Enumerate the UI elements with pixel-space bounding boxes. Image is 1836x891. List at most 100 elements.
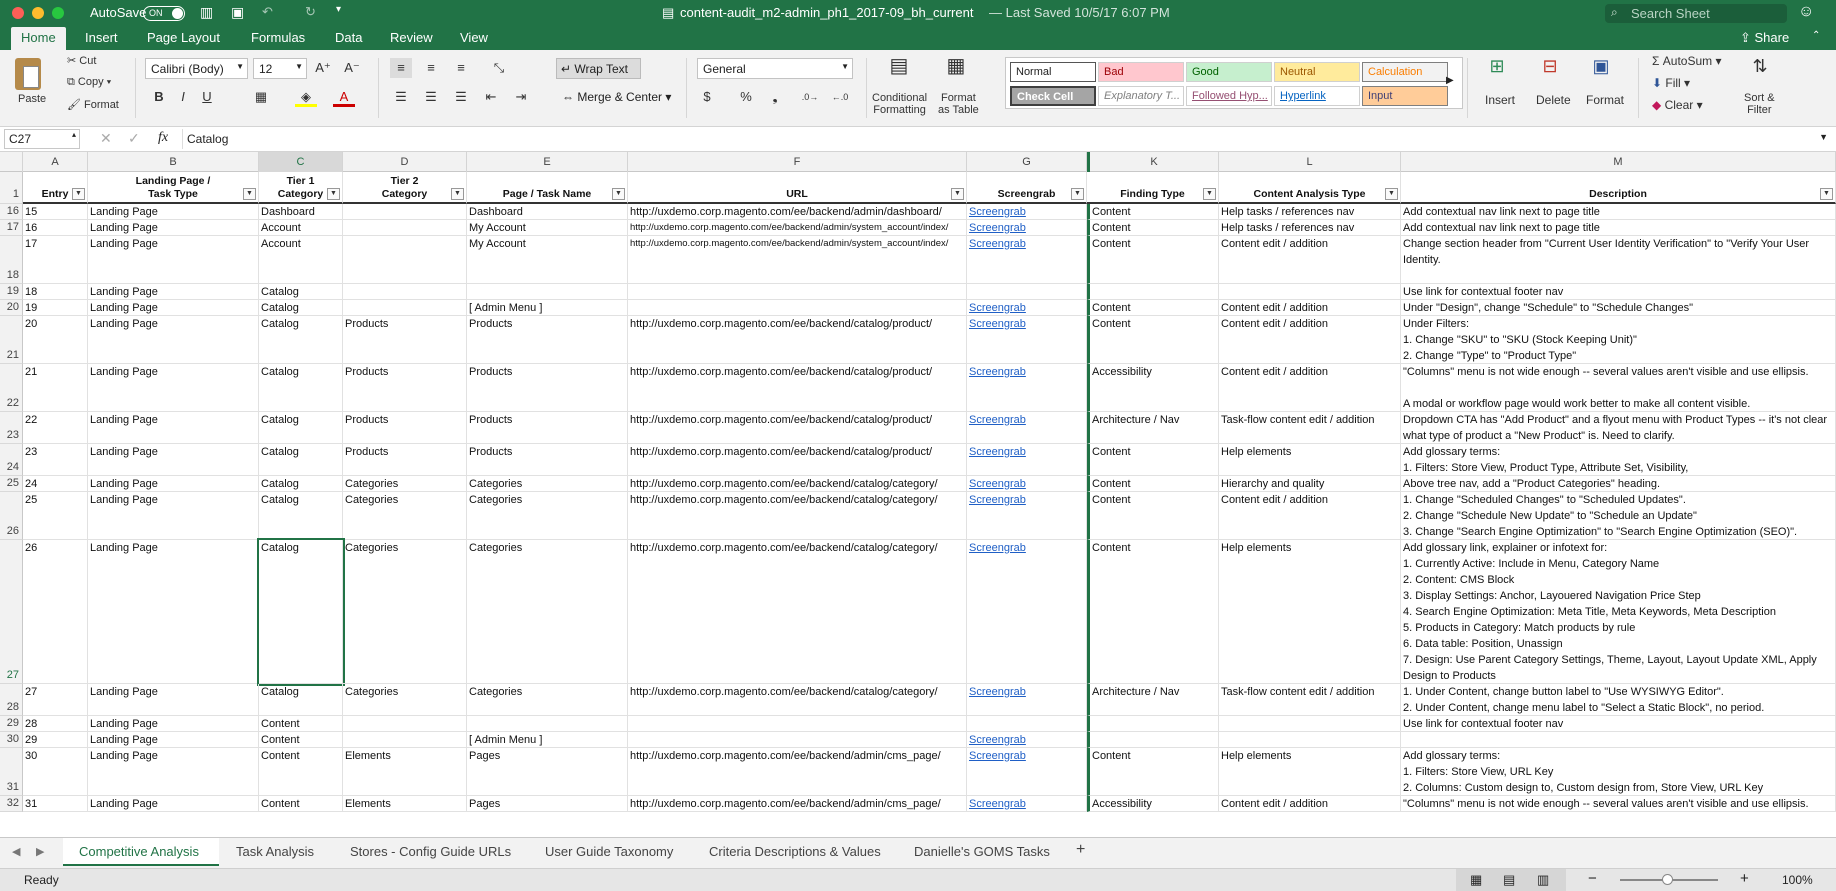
customize-toolbar-icon[interactable]: ▾	[336, 4, 341, 15]
close-window-button[interactable]	[12, 7, 24, 19]
table-cell[interactable]: 25	[23, 492, 88, 540]
table-cell[interactable]	[467, 716, 628, 732]
column-header-c[interactable]: C	[259, 152, 343, 172]
table-cell[interactable]: Products	[467, 412, 628, 444]
table-cell[interactable]: My Account	[467, 236, 628, 284]
cut-button[interactable]: ✂ Cut	[67, 54, 96, 67]
table-cell[interactable]: Products	[343, 316, 467, 364]
screengrab-link[interactable]: Screengrab	[967, 316, 1087, 364]
table-cell[interactable]: Hierarchy and quality	[1219, 476, 1401, 492]
italic-button[interactable]: I	[172, 87, 194, 107]
table-cell[interactable]: Architecture / Nav	[1087, 412, 1219, 444]
row-header[interactable]: 25	[0, 476, 23, 492]
header-cell[interactable]: Tier 1 Category ▼	[259, 172, 343, 204]
table-cell[interactable]: Add contextual nav link next to page tit…	[1401, 220, 1836, 236]
format-as-table-icon[interactable]: ▦	[941, 56, 971, 84]
table-cell[interactable]: http://uxdemo.corp.magento.com/ee/backen…	[628, 796, 967, 812]
table-cell[interactable]: Landing Page	[88, 732, 259, 748]
table-cell[interactable]: Content	[1087, 476, 1219, 492]
table-cell[interactable]: Help elements	[1219, 444, 1401, 476]
fx-icon[interactable]: fx	[158, 130, 168, 146]
percent-icon[interactable]: %	[735, 87, 757, 107]
search-input[interactable]: Search Sheet	[1631, 6, 1710, 21]
conditional-formatting-icon[interactable]: ▤	[884, 56, 914, 84]
row-header[interactable]: 31	[0, 748, 23, 796]
table-cell[interactable]: Products	[343, 364, 467, 412]
wrap-text-button[interactable]: ↵ Wrap Text	[556, 58, 641, 79]
zoom-slider-handle[interactable]	[1662, 874, 1673, 885]
table-cell[interactable]: 26	[23, 540, 88, 684]
smiley-feedback-icon[interactable]: ☺	[1798, 3, 1814, 21]
filter-dropdown-icon[interactable]: ▼	[243, 188, 256, 200]
filter-dropdown-icon[interactable]: ▼	[612, 188, 625, 200]
table-cell[interactable]: 22	[23, 412, 88, 444]
table-cell[interactable]: Content	[1087, 300, 1219, 316]
tab-home[interactable]: Home	[11, 27, 66, 50]
filter-dropdown-icon[interactable]: ▼	[451, 188, 464, 200]
tab-formulas[interactable]: Formulas	[251, 30, 305, 45]
column-header-b[interactable]: B	[88, 152, 259, 172]
autosum-button[interactable]: Σ AutoSum ▾	[1652, 54, 1721, 68]
table-cell[interactable]: Products	[343, 444, 467, 476]
table-cell[interactable]: 20	[23, 316, 88, 364]
table-cell[interactable]: Content	[259, 748, 343, 796]
table-cell[interactable]: 27	[23, 684, 88, 716]
table-cell[interactable]: Landing Page	[88, 492, 259, 540]
sort-filter-button[interactable]: Sort & Filter	[1744, 92, 1775, 116]
table-cell[interactable]: Content	[1087, 540, 1219, 684]
table-cell[interactable]: Landing Page	[88, 796, 259, 812]
zoom-slider[interactable]	[1620, 874, 1718, 885]
row-header[interactable]: 23	[0, 412, 23, 444]
table-cell[interactable]	[628, 284, 967, 300]
screengrab-link[interactable]: Screengrab	[967, 684, 1087, 716]
table-cell[interactable]: Content	[1087, 236, 1219, 284]
orientation-icon[interactable]: ⤡	[488, 58, 510, 78]
row-header[interactable]: 18	[0, 236, 23, 284]
row-header[interactable]: 32	[0, 796, 23, 812]
fill-color-icon[interactable]: ◈	[295, 87, 317, 107]
sheet-tab-goms[interactable]: Danielle's GOMS Tasks	[914, 844, 1050, 859]
table-cell[interactable]: 1. Under Content, change button label to…	[1401, 684, 1836, 716]
screengrab-link[interactable]: Screengrab	[967, 540, 1087, 684]
table-cell[interactable]: Categories	[343, 492, 467, 540]
undo-icon[interactable]: ↶	[262, 4, 273, 20]
table-cell[interactable]	[343, 220, 467, 236]
decrease-decimal-icon[interactable]: ←.0	[829, 87, 851, 107]
merge-center-button[interactable]: ⇔ Merge & Center ▾	[562, 90, 671, 104]
table-cell[interactable]	[343, 732, 467, 748]
table-cell[interactable]: Help tasks / references nav	[1219, 220, 1401, 236]
table-cell[interactable]	[628, 300, 967, 316]
table-cell[interactable]: "Columns" menu is not wide enough -- sev…	[1401, 364, 1836, 412]
save-icon[interactable]: ▣	[231, 4, 244, 21]
conditional-formatting-button[interactable]: Conditional Formatting	[872, 92, 927, 116]
table-cell[interactable]: 17	[23, 236, 88, 284]
table-cell[interactable]: Landing Page	[88, 716, 259, 732]
table-cell[interactable]: Content	[259, 716, 343, 732]
table-cell[interactable]: Content	[1087, 220, 1219, 236]
column-header-f[interactable]: F	[628, 152, 967, 172]
table-cell[interactable]: Dropdown CTA has "Add Product" and a fly…	[1401, 412, 1836, 444]
tab-review[interactable]: Review	[390, 30, 433, 45]
minimize-window-button[interactable]	[32, 7, 44, 19]
table-cell[interactable]: 28	[23, 716, 88, 732]
table-cell[interactable]	[467, 284, 628, 300]
row-header[interactable]: 1	[0, 172, 23, 204]
header-cell[interactable]: Entry Count▼	[23, 172, 88, 204]
bold-button[interactable]: B	[148, 87, 170, 107]
table-cell[interactable]	[343, 284, 467, 300]
increase-decimal-icon[interactable]: .0→	[799, 87, 821, 107]
insert-cells-button[interactable]: Insert	[1485, 93, 1515, 107]
format-as-table-button[interactable]: Format as Table	[938, 92, 979, 116]
name-box[interactable]: C27 ▴	[4, 129, 80, 149]
column-header-e[interactable]: E	[467, 152, 628, 172]
zoom-in-icon[interactable]: +	[1740, 870, 1749, 887]
column-header-m[interactable]: M	[1401, 152, 1836, 172]
table-cell[interactable]	[628, 732, 967, 748]
table-cell[interactable]: 19	[23, 300, 88, 316]
table-cell[interactable]: Content	[1087, 748, 1219, 796]
redo-icon[interactable]: ↻	[305, 4, 316, 20]
table-cell[interactable]: Catalog	[259, 316, 343, 364]
table-cell[interactable]: Help tasks / references nav	[1219, 204, 1401, 220]
table-cell[interactable]: http://uxdemo.corp.magento.com/ee/backen…	[628, 492, 967, 540]
table-cell[interactable]	[1219, 716, 1401, 732]
